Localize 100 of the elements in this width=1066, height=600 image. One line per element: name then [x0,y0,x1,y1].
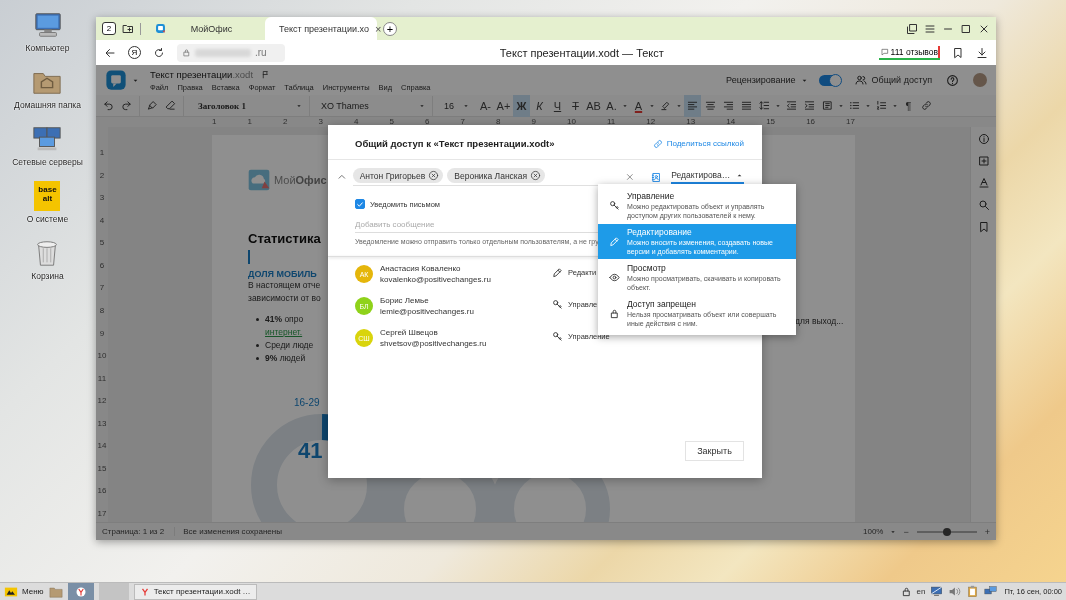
download-icon[interactable] [976,46,988,59]
review-mode-dropdown[interactable]: Рецензирование [726,75,796,85]
format-button[interactable]: АВ [585,94,602,117]
user-name: Сергей Швецов [380,327,439,338]
reviews-badge[interactable]: 111 отзывов [878,45,940,60]
contacts-icon[interactable] [650,171,662,183]
align-left-icon [687,100,698,111]
ruler-number: 15 [97,464,107,473]
dropdown-value: Заголовок 1 [198,100,247,111]
zoom-dropdown[interactable]: 100% [863,527,884,536]
url-field[interactable]: .ru [177,43,285,62]
ruler-number: 1 [247,118,252,126]
format-button[interactable]: Т [567,94,584,117]
key-icon[interactable] [552,330,563,342]
maximize-icon[interactable] [960,22,972,35]
ruler-number: 17 [97,510,107,518]
key-icon [609,200,620,211]
format-button[interactable]: А. [603,94,620,117]
remove-icon[interactable] [428,170,440,181]
zoom-in-button[interactable]: + [984,526,990,537]
format-button[interactable]: A+ [495,94,512,117]
slider-thumb[interactable] [942,527,951,536]
lock-icon[interactable] [900,586,912,597]
folder-plus-icon[interactable] [122,22,134,35]
clear-icon[interactable] [624,172,635,182]
keyboard-layout[interactable]: en [916,587,926,596]
tab-title: МойОфис [189,23,234,34]
menu-icon[interactable] [924,22,936,35]
help-icon[interactable] [946,73,959,87]
remove-icon[interactable] [530,170,542,181]
checkbox[interactable] [355,199,365,209]
link-text[interactable]: интернет. [265,326,304,339]
text-style-icon[interactable] [977,177,990,189]
key-icon[interactable] [552,298,563,310]
ruler-number: 8 [496,118,501,126]
recipients-field[interactable]: Антон Григорьев Вероника Ланская [352,168,615,186]
align-right-icon [723,100,734,111]
recipient-chip[interactable]: Антон Григорьев [352,168,444,183]
browser-icon [139,586,150,597]
lock-icon [182,48,191,57]
desktop-icon-label[interactable]: Компьютер [25,43,70,53]
zoom-slider[interactable] [916,530,977,533]
new-tab-button[interactable]: + [383,21,397,36]
bookmark-icon[interactable] [977,221,990,233]
add-box-icon[interactable] [977,155,990,167]
ruler-number: 11 [97,374,107,383]
text-cursor [248,250,250,264]
blurred-address [195,48,251,57]
page-title: Текст презентации.xodt — Текст [498,46,665,59]
format-button[interactable]: Ч [549,94,566,117]
start-menu-button[interactable]: Меню [4,584,44,599]
format-button[interactable]: Ж [513,94,530,117]
desktop-icon-label[interactable]: Корзина [31,271,64,281]
ruler-number: 12 [97,397,107,406]
list-item-text: Среди люде [265,339,314,352]
review-toggle[interactable] [818,74,841,86]
chevron-up-icon[interactable] [337,172,347,182]
bullet-dot [256,344,259,347]
desktop-icon-label[interactable]: Сетевые серверы [12,157,83,167]
zoom-out-button[interactable]: − [903,526,909,537]
taskbar-window-button[interactable]: Текст презентации.xodt … [133,583,257,600]
desktop-icon-label[interactable]: Домашняя папка [14,100,81,110]
format-button[interactable]: К [531,94,548,117]
document-subheading: ДОЛЯ МОБИЛЬ [248,269,318,279]
search-icon[interactable] [977,199,990,211]
ruler-number: 3 [318,118,323,126]
toolbar-dropdown[interactable]: XO Thames [311,95,433,116]
pencil-icon[interactable] [552,266,563,278]
ruler-number: 1 [99,149,105,157]
close-button[interactable]: Закрыть [685,441,744,461]
tab-close-button[interactable]: × [375,22,382,35]
format-button[interactable]: A- [477,94,494,117]
format-button[interactable]: ¶ [900,94,917,117]
reload-icon[interactable] [153,46,165,59]
toolbar-dropdown[interactable]: Заголовок 1 [188,95,310,116]
pencil-icon [609,236,620,247]
share-link-button[interactable]: Поделиться ссылкой [652,138,744,149]
ruler-number: 15 [766,118,776,126]
browser-tab[interactable]: МойОфис [147,17,259,40]
ruler-number: 9 [99,329,105,338]
tabs-icon[interactable] [906,22,918,35]
ruler-number: 3 [99,194,105,203]
toolbar-dropdown[interactable]: 16 [434,95,476,116]
ruler-number: 4 [99,216,105,225]
browser-launcher-button[interactable] [67,582,94,600]
font-color-button[interactable]: А [630,94,647,117]
bookmark-icon[interactable] [952,46,964,59]
back-arrow-icon[interactable] [104,46,116,59]
share-button[interactable]: Общий доступ [854,74,932,86]
recipient-chip[interactable]: Вероника Ланская [447,168,546,183]
flag-icon[interactable] [261,69,271,79]
align-left-button[interactable] [684,94,701,117]
user-name: Борис Лемье [380,295,430,306]
bullets-icon [849,100,860,111]
info-icon[interactable] [977,133,990,145]
tab-count-button[interactable]: 2 [102,22,116,35]
recipient-name: Вероника Ланская [454,170,528,181]
dropdown-value: Редактирова… [671,170,731,180]
desktop-icon-label[interactable]: О системе [26,214,69,224]
user-avatar[interactable] [973,73,987,87]
